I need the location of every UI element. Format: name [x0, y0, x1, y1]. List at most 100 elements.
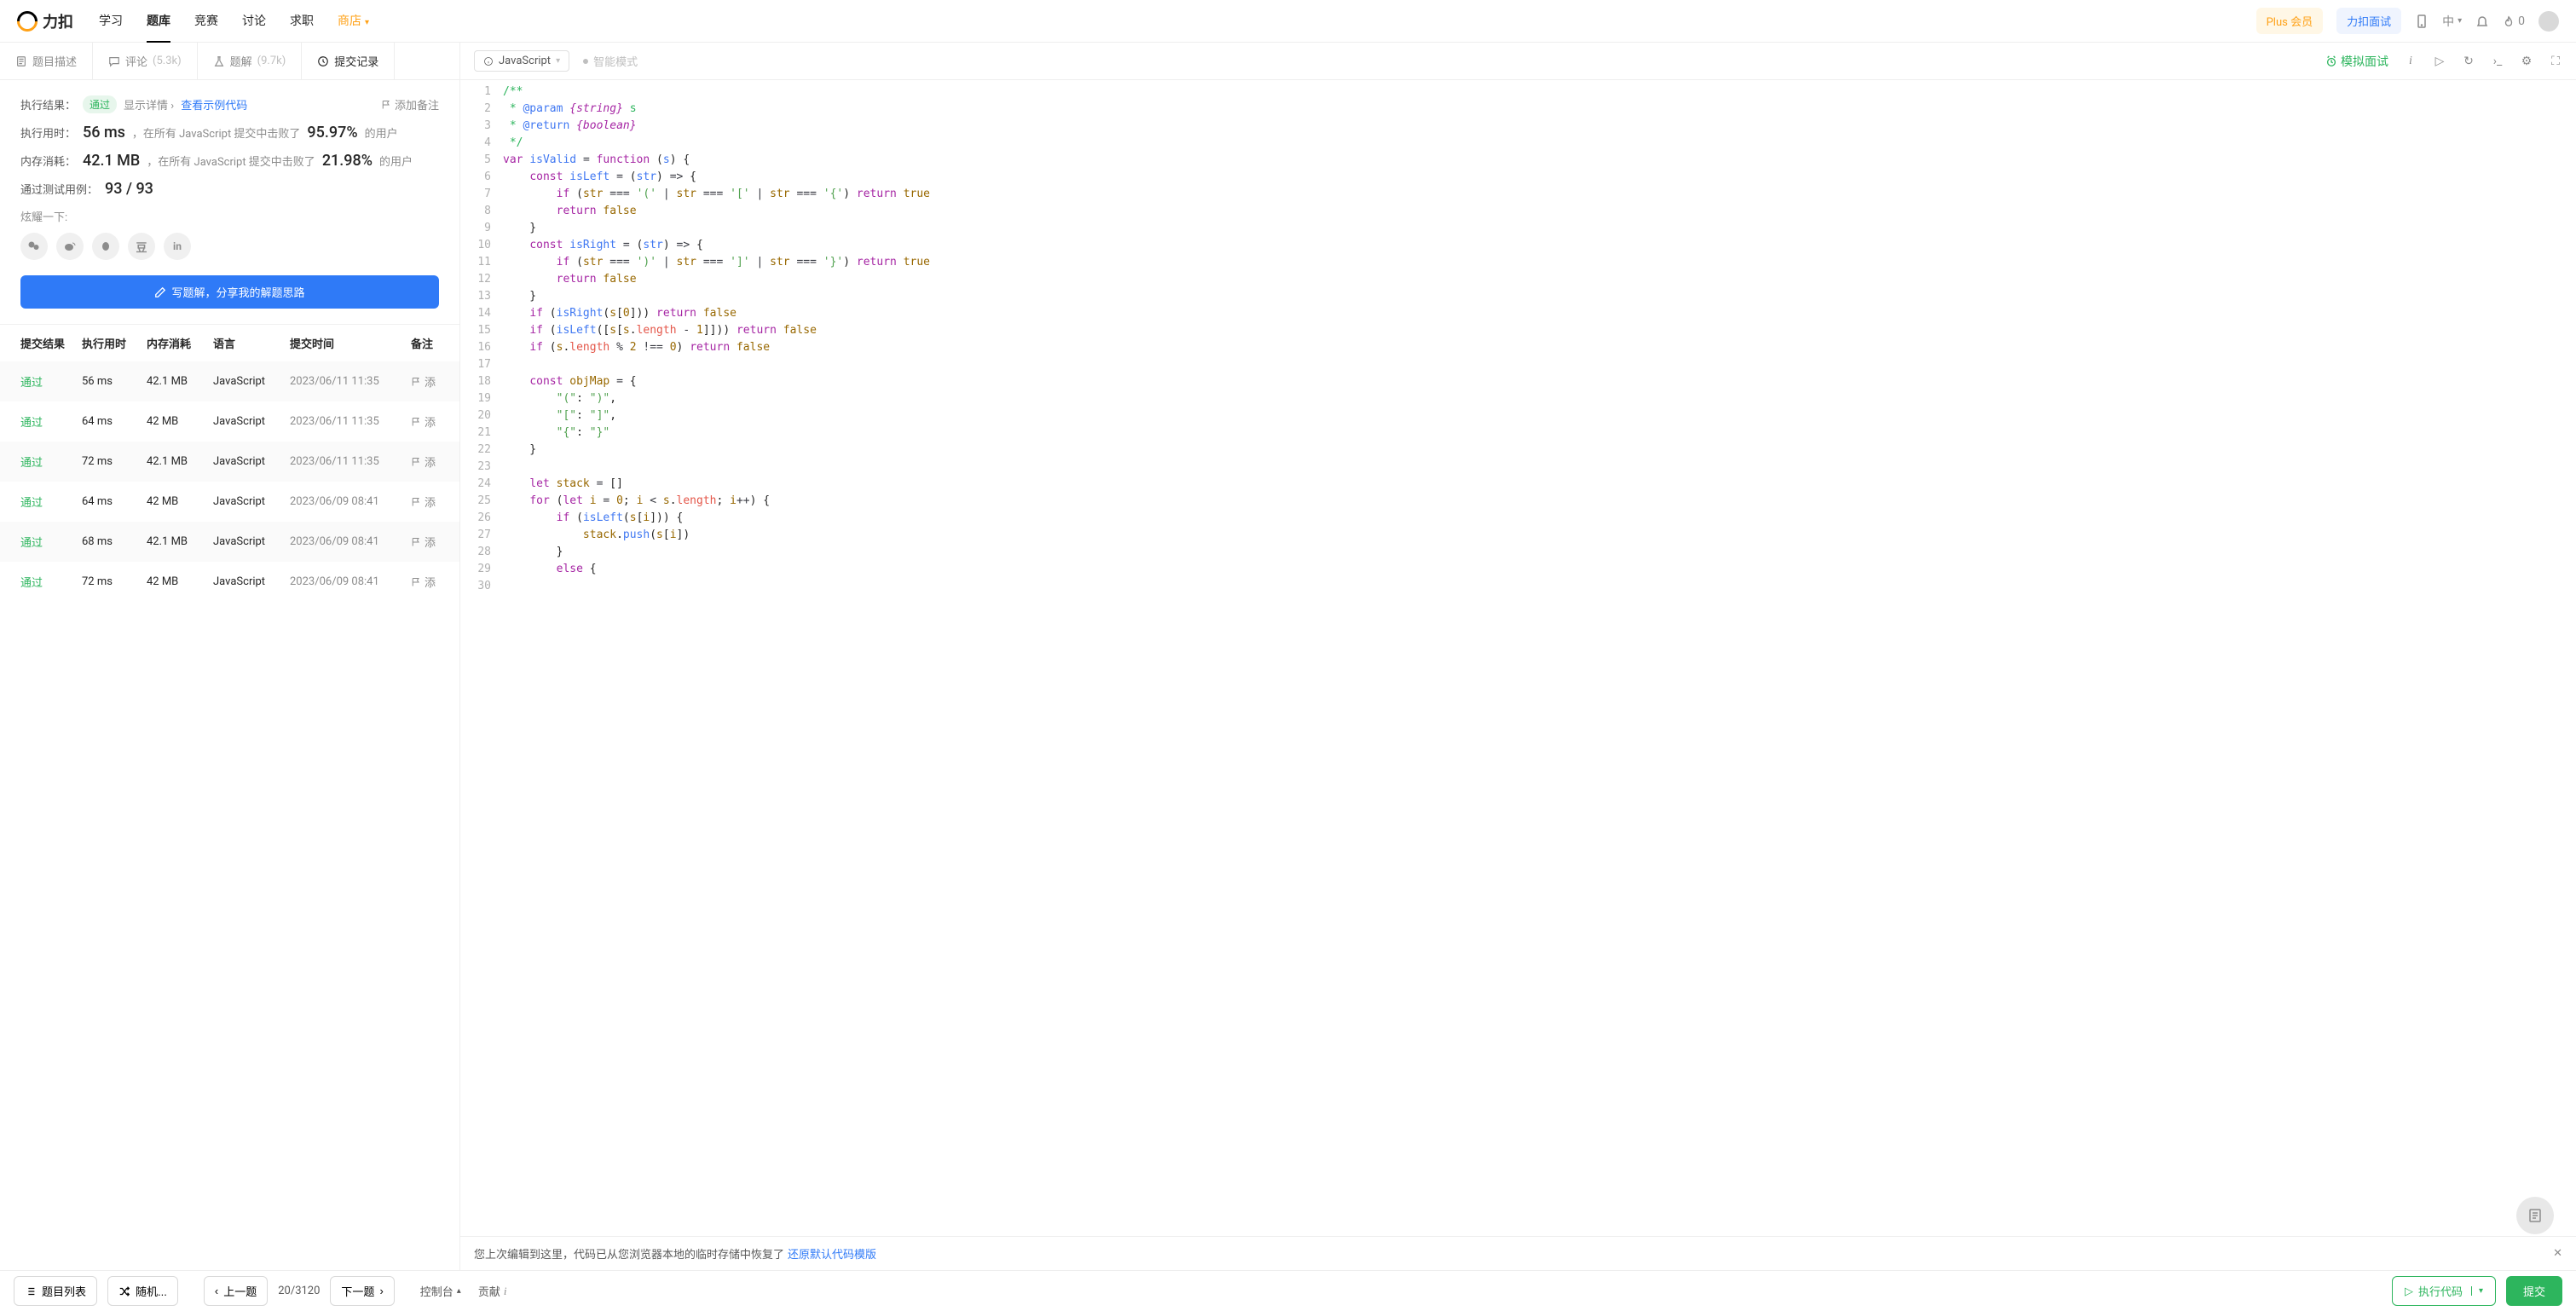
- cell-time: 2023/06/09 08:41: [290, 575, 411, 588]
- info-icon[interactable]: i: [2404, 54, 2417, 68]
- cell-note[interactable]: 添: [411, 413, 439, 430]
- cell-memory: 42.1 MB: [147, 455, 213, 468]
- share-label: 炫耀一下:: [20, 208, 439, 224]
- tab-description[interactable]: 题目描述: [0, 43, 93, 79]
- interview-button[interactable]: 力扣面试: [2336, 8, 2401, 34]
- brand-text: 力扣: [43, 10, 73, 32]
- nav-problems[interactable]: 题库: [147, 0, 170, 43]
- cell-time: 2023/06/09 08:41: [290, 495, 411, 508]
- alarm-icon: [2325, 55, 2337, 67]
- cell-result[interactable]: 通过: [20, 453, 82, 470]
- contribute-tab[interactable]: 贡献 i: [478, 1283, 507, 1299]
- close-icon[interactable]: ✕: [2553, 1247, 2562, 1260]
- cell-memory: 42 MB: [147, 575, 213, 588]
- footer: 题目列表 随机... ‹ 上一题 20/3120 下一题 › 控制台 ▴ 贡献 …: [0, 1270, 2576, 1311]
- nav-discuss[interactable]: 讨论: [242, 0, 266, 43]
- tests-value: 93 / 93: [105, 180, 153, 198]
- random-button[interactable]: 随机...: [107, 1276, 178, 1306]
- restore-link[interactable]: 还原默认代码模版: [788, 1245, 876, 1262]
- top-nav: 力扣 学习 题库 竞赛 讨论 求职 商店▾ Plus 会员 力扣面试 中 ▾ 0: [0, 0, 2576, 43]
- runtime-pct: 95.97%: [307, 124, 357, 141]
- play-icon[interactable]: ▷: [2433, 55, 2446, 68]
- cell-note[interactable]: 添: [411, 534, 439, 550]
- cell-runtime: 72 ms: [82, 575, 147, 588]
- cell-result[interactable]: 通过: [20, 413, 82, 430]
- table-row[interactable]: 通过68 ms42.1 MBJavaScript2023/06/09 08:41…: [0, 522, 459, 562]
- runtime-label: 执行用时：: [20, 124, 76, 141]
- chevron-down-icon: ▾: [556, 56, 560, 66]
- weibo-icon[interactable]: [56, 233, 84, 260]
- language-switch[interactable]: 中 ▾: [2442, 13, 2462, 30]
- cell-time: 2023/06/11 11:35: [290, 455, 411, 468]
- language-select[interactable]: JavaScript ▾: [474, 50, 569, 72]
- fire-counter[interactable]: 0: [2503, 14, 2525, 28]
- qq-icon[interactable]: [92, 233, 119, 260]
- cell-time: 2023/06/11 11:35: [290, 375, 411, 388]
- bell-icon[interactable]: [2475, 14, 2489, 28]
- left-scroll[interactable]: 执行结果： 通过 显示详情 › 查看示例代码 添加备注 执行用时： 56 ms …: [0, 80, 459, 1270]
- flag-icon: [411, 577, 421, 587]
- wechat-icon[interactable]: [20, 233, 48, 260]
- tests-label: 通过测试用例：: [20, 181, 98, 197]
- cell-result[interactable]: 通过: [20, 534, 82, 550]
- restore-bar: 您上次编辑到这里，代码已从您浏览器本地的临时存储中恢复了 还原默认代码模版 ✕: [460, 1236, 2576, 1270]
- submit-button[interactable]: 提交: [2506, 1276, 2562, 1306]
- terminal-icon[interactable]: ›_: [2491, 55, 2504, 68]
- write-solution-button[interactable]: 写题解，分享我的解题思路: [20, 275, 439, 309]
- problem-list-button[interactable]: 题目列表: [14, 1276, 97, 1306]
- cell-result[interactable]: 通过: [20, 373, 82, 390]
- nav-jobs[interactable]: 求职: [290, 0, 314, 43]
- memory-label: 内存消耗：: [20, 153, 76, 169]
- prev-button[interactable]: ‹ 上一题: [204, 1276, 268, 1306]
- info-icon: [483, 56, 494, 66]
- logo[interactable]: 力扣: [17, 10, 73, 32]
- nav-store[interactable]: 商店▾: [338, 0, 369, 43]
- avatar[interactable]: [2538, 11, 2559, 32]
- table-row[interactable]: 通过72 ms42 MBJavaScript2023/06/09 08:41添: [0, 562, 459, 602]
- table-row[interactable]: 通过56 ms42.1 MBJavaScript2023/06/11 11:35…: [0, 361, 459, 401]
- add-note-button[interactable]: 添加备注: [381, 96, 439, 113]
- nav-study[interactable]: 学习: [99, 0, 123, 43]
- cell-note[interactable]: 添: [411, 574, 439, 590]
- fullscreen-icon[interactable]: ⛶: [2549, 55, 2562, 68]
- next-button[interactable]: 下一题 ›: [330, 1276, 394, 1306]
- plus-button[interactable]: Plus 会员: [2256, 8, 2323, 34]
- cell-runtime: 56 ms: [82, 375, 147, 388]
- tab-solutions[interactable]: 题解 (9.7k): [198, 43, 303, 79]
- view-sample-link[interactable]: 查看示例代码: [181, 96, 247, 113]
- nav-contest[interactable]: 竞赛: [194, 0, 218, 43]
- table-row[interactable]: 通过64 ms42 MBJavaScript2023/06/09 08:41添: [0, 482, 459, 522]
- exec-label: 执行结果：: [20, 96, 76, 113]
- settings-icon[interactable]: ⚙: [2520, 55, 2533, 68]
- code-editor[interactable]: 1/**2 * @param {string} s3 * @return {bo…: [460, 80, 2576, 1236]
- cell-result[interactable]: 通过: [20, 494, 82, 510]
- cell-result[interactable]: 通过: [20, 574, 82, 590]
- mock-interview-button[interactable]: 模拟面试: [2325, 53, 2388, 70]
- mobile-icon[interactable]: [2415, 14, 2429, 28]
- tab-submissions[interactable]: 提交记录: [302, 43, 395, 79]
- progress-count: 20/3120: [278, 1285, 320, 1297]
- reset-icon[interactable]: ↻: [2462, 55, 2475, 68]
- show-detail-link[interactable]: 显示详情 ›: [124, 96, 174, 113]
- flag-icon: [411, 417, 421, 427]
- tab-comments[interactable]: 评论 (5.3k): [93, 43, 198, 79]
- cell-memory: 42 MB: [147, 415, 213, 428]
- cell-runtime: 68 ms: [82, 535, 147, 548]
- cell-note[interactable]: 添: [411, 453, 439, 470]
- douban-icon[interactable]: 豆: [128, 233, 155, 260]
- problem-nav: ‹ 上一题 20/3120 下一题 ›: [204, 1276, 395, 1306]
- document-icon: [15, 55, 27, 67]
- notes-fab[interactable]: [2516, 1197, 2554, 1234]
- cell-lang: JavaScript: [213, 495, 290, 508]
- linkedin-icon[interactable]: in: [164, 233, 191, 260]
- runtime-value: 56 ms: [83, 124, 125, 141]
- cell-memory: 42.1 MB: [147, 535, 213, 548]
- run-button[interactable]: ▷ 执行代码 ▾: [2392, 1276, 2496, 1306]
- list-icon: [25, 1285, 37, 1297]
- console-tab[interactable]: 控制台 ▴: [420, 1283, 461, 1299]
- cell-note[interactable]: 添: [411, 373, 439, 390]
- table-row[interactable]: 通过64 ms42 MBJavaScript2023/06/11 11:35添: [0, 401, 459, 442]
- table-row[interactable]: 通过72 ms42.1 MBJavaScript2023/06/11 11:35…: [0, 442, 459, 482]
- cell-note[interactable]: 添: [411, 494, 439, 510]
- smart-mode[interactable]: 智能模式: [583, 53, 638, 69]
